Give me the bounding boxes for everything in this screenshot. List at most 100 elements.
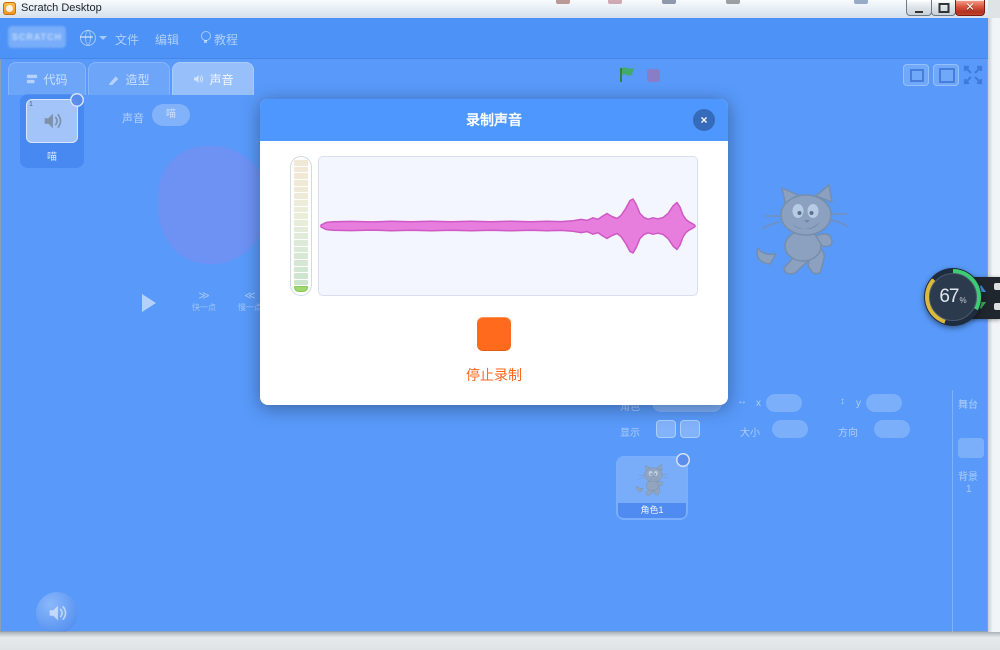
show-button[interactable]: [656, 420, 676, 438]
large-stage-button[interactable]: [933, 64, 959, 86]
meter-segment: [294, 180, 308, 186]
meter-segment: [294, 247, 308, 253]
modal-header: 录制声音 ×: [260, 99, 728, 141]
recording-waveform-box: [318, 156, 698, 296]
background-window-tab: [726, 0, 740, 4]
meter-segment: [294, 193, 308, 199]
stop-recording-button[interactable]: [477, 317, 511, 351]
tab-costumes-label: 造型: [125, 71, 149, 88]
window-title: Scratch Desktop: [21, 2, 102, 14]
gauge-core: 67 %: [929, 273, 977, 321]
backdrop-count: 1: [966, 484, 972, 495]
sound-effect-faster[interactable]: ≫ 快一点: [182, 290, 226, 313]
sprite-card[interactable]: 角色1: [618, 458, 686, 518]
meter-segment: [294, 267, 308, 273]
menu-item-file[interactable]: 文件: [115, 31, 139, 48]
stage-cat-sprite[interactable]: [750, 184, 854, 282]
desktop-right-edge: [988, 18, 1000, 650]
meter-segment: [294, 260, 308, 266]
brush-icon: [108, 73, 120, 85]
delete-sound-badge[interactable]: [70, 93, 84, 107]
minimize-button[interactable]: [906, 0, 932, 16]
hide-button[interactable]: [680, 420, 700, 438]
waveform-shape: [321, 199, 695, 253]
minimize-icon: [915, 11, 923, 13]
tab-costumes[interactable]: 造型: [88, 62, 170, 95]
sprite-card-name: 角色1: [618, 503, 686, 518]
direction-label: 方向: [838, 424, 858, 439]
speaker-icon: [46, 602, 68, 624]
meter-segment: [294, 187, 308, 193]
menu-item-edit[interactable]: 编辑: [155, 31, 179, 48]
tab-code[interactable]: 代码: [8, 62, 86, 95]
language-globe-icon[interactable]: [80, 30, 96, 46]
backdrop-thumbnail[interactable]: [958, 438, 984, 458]
meter-segment: [294, 173, 308, 179]
app-icon: [3, 2, 16, 15]
fullscreen-icon[interactable]: [963, 65, 983, 85]
stage-label: 舞台: [958, 396, 978, 411]
background-window-tab: [662, 0, 676, 4]
meter-segment: [294, 167, 308, 173]
speaker-icon: [192, 73, 204, 85]
meter-segment: [294, 207, 308, 213]
backdrop-label: 背景: [958, 468, 978, 483]
speaker-icon: [41, 110, 63, 132]
background-window-tab: [556, 0, 570, 4]
sprite-thumbnail-cat: [634, 464, 670, 498]
faster-icon: ≫: [182, 290, 226, 302]
show-label: 显示: [620, 424, 640, 439]
volume-meter: [290, 156, 312, 296]
meter-segment: [294, 240, 308, 246]
window-titlebar[interactable]: [0, 0, 988, 19]
modal-close-button[interactable]: ×: [693, 109, 715, 131]
percentage-gauge-overlay[interactable]: 67 %: [924, 268, 982, 326]
stop-sign-icon[interactable]: [647, 69, 660, 82]
add-sound-button[interactable]: [36, 592, 78, 634]
meter-segment: [294, 227, 308, 233]
y-arrows-icon: ↕: [840, 396, 845, 407]
tab-sounds-label: 声音: [209, 71, 233, 88]
gauge-unit: %: [960, 296, 967, 305]
chevron-down-icon: [99, 36, 107, 40]
sound-editor-label: 声音: [122, 110, 144, 126]
meter-segment: [294, 213, 308, 219]
meter-segment: [294, 286, 308, 292]
faster-label: 快一点: [182, 302, 226, 313]
sound-index: 1: [29, 101, 33, 108]
y-field[interactable]: [866, 394, 902, 412]
x-label: x: [756, 398, 761, 409]
small-stage-button[interactable]: [903, 64, 929, 86]
close-icon: ✕: [965, 2, 974, 13]
y-label: y: [856, 398, 861, 409]
scratch-logo[interactable]: SCRATCH: [8, 26, 66, 48]
green-flag-icon[interactable]: [618, 66, 636, 84]
direction-field[interactable]: [874, 420, 910, 438]
sprite-info-badge[interactable]: [676, 453, 690, 467]
size-field[interactable]: [772, 420, 808, 438]
sound-name-field[interactable]: 喵: [152, 104, 190, 126]
panel-divider: [952, 390, 953, 632]
code-icon: [26, 73, 38, 85]
background-window-tab: [854, 0, 868, 4]
sound-list-item[interactable]: 1 喵: [20, 94, 84, 168]
gauge-value: 67: [939, 286, 958, 308]
meter-segment: [294, 253, 308, 259]
maximize-button[interactable]: [931, 0, 956, 16]
x-field[interactable]: [766, 394, 802, 412]
menu-item-tutorials[interactable]: 教程: [214, 31, 238, 48]
stop-recording-label[interactable]: 停止录制: [260, 365, 728, 385]
meter-segment: [294, 200, 308, 206]
recording-waveform: [319, 157, 697, 295]
maximize-icon: [938, 3, 949, 13]
play-button[interactable]: [142, 294, 156, 312]
tutorial-bulb-icon: [201, 31, 211, 41]
menu-bar: [0, 18, 988, 59]
clipped-panel-item: [994, 283, 1000, 290]
sound-thumbnail[interactable]: 1: [26, 99, 78, 143]
close-window-button[interactable]: ✕: [955, 0, 985, 16]
tab-sounds[interactable]: 声音: [172, 62, 254, 95]
meter-segment: [294, 160, 308, 166]
large-stage-icon: [939, 68, 955, 83]
modal-title: 录制声音: [260, 99, 728, 141]
